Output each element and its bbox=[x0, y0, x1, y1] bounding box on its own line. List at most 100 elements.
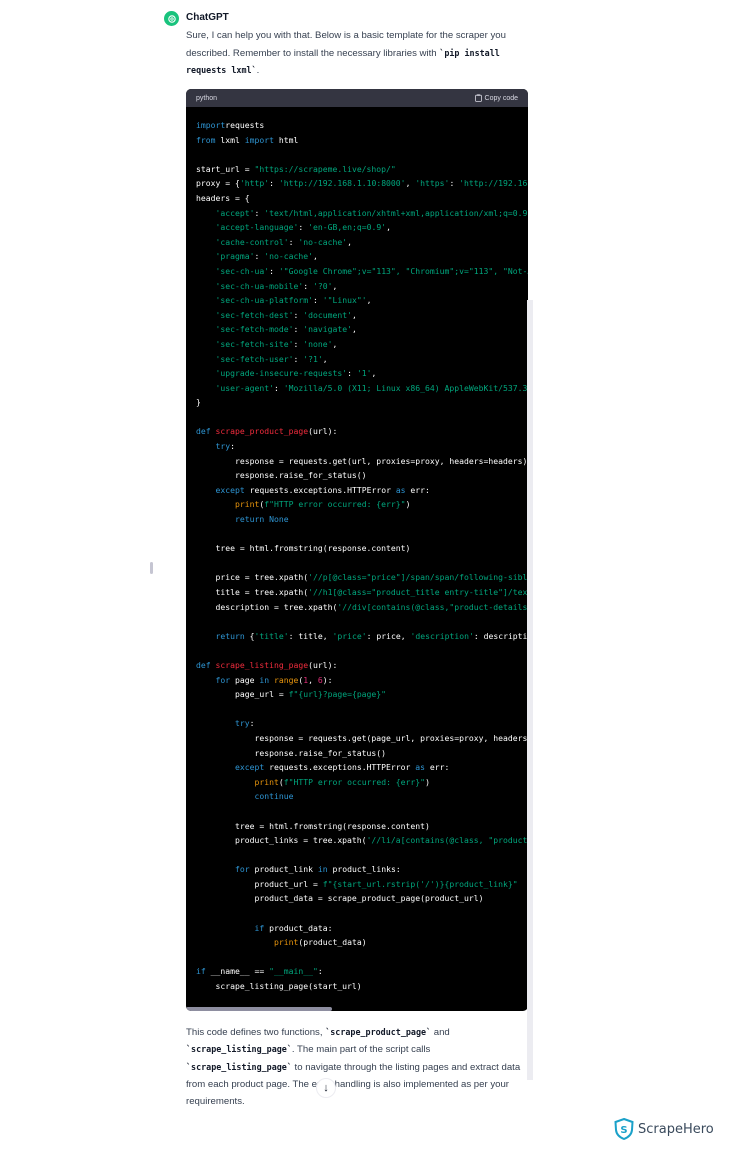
code-token: '//li/a[contains(@class, "product")]/@hr… bbox=[366, 835, 528, 846]
svg-text:S: S bbox=[620, 1125, 627, 1136]
page-scrollbar[interactable] bbox=[527, 300, 533, 1080]
code-token: __name__ == bbox=[205, 966, 270, 977]
code-token: : bbox=[347, 368, 357, 379]
code-line: 'sec-fetch-dest': 'document', bbox=[196, 308, 518, 323]
sidebar-resize-handle[interactable] bbox=[150, 562, 153, 574]
code-line: response.raise_for_status() bbox=[196, 468, 518, 483]
code-token: { bbox=[244, 630, 255, 641]
code-token: import bbox=[244, 134, 274, 145]
code-token: 'Mozilla/5.0 (X11; Linux x86_64) AppleWe… bbox=[283, 382, 528, 393]
code-line: product_data = scrape_product_page(produ… bbox=[196, 891, 518, 906]
code-token: : bbox=[293, 353, 304, 364]
code-token: f"HTTP error occurred: {err}" bbox=[283, 776, 426, 787]
code-token: 'pragma' bbox=[215, 251, 255, 262]
code-token: , bbox=[332, 338, 338, 349]
code-line: importrequests bbox=[196, 118, 518, 133]
code-token: '?1' bbox=[303, 353, 323, 364]
code-token: start_url = bbox=[196, 163, 255, 174]
code-token: description = tree.xpath( bbox=[196, 601, 338, 612]
outro-text: and bbox=[431, 1027, 450, 1038]
code-token: proxy = { bbox=[196, 178, 240, 189]
code-token: : bbox=[293, 324, 304, 335]
code-token: 'sec-fetch-site' bbox=[215, 338, 294, 349]
code-token: f"HTTP error occurred: {err}" bbox=[264, 499, 406, 510]
code-token: def bbox=[196, 659, 211, 670]
clipboard-icon bbox=[474, 94, 482, 102]
code-line: return None bbox=[196, 512, 518, 527]
code-line: 'sec-fetch-site': 'none', bbox=[196, 337, 518, 352]
code-token: 'description' bbox=[410, 630, 474, 641]
code-token: 'user-agent' bbox=[215, 382, 274, 393]
outro-text: . The main part of the script calls bbox=[291, 1044, 431, 1056]
code-token: : bbox=[293, 309, 304, 320]
code-token: , bbox=[386, 222, 391, 233]
scroll-to-bottom-button[interactable]: ↓ bbox=[316, 1078, 336, 1098]
code-token: 'upgrade-insecure-requests' bbox=[215, 368, 348, 379]
code-token: ) bbox=[425, 776, 430, 787]
code-header: python Copy code bbox=[186, 89, 528, 107]
code-token: : bbox=[298, 222, 309, 233]
code-token: as bbox=[415, 762, 426, 773]
code-token: '?0' bbox=[312, 280, 333, 291]
code-line: except requests.exceptions.HTTPError as … bbox=[196, 760, 518, 775]
code-token: : bbox=[449, 178, 460, 189]
code-token: : bbox=[249, 718, 255, 729]
code-content[interactable]: importrequests from lxml import html star… bbox=[186, 107, 528, 994]
code-token: as bbox=[395, 484, 406, 495]
code-line: 'pragma': 'no-cache', bbox=[196, 249, 518, 264]
code-token: 'accept-language' bbox=[215, 222, 299, 233]
brand-name: ScrapeHero bbox=[638, 1121, 714, 1137]
code-token: : bbox=[303, 280, 313, 291]
code-token: , bbox=[312, 251, 318, 262]
code-token: if bbox=[196, 966, 206, 977]
code-token: : description} bbox=[473, 630, 528, 641]
code-token: tree = html.fromstring(response.content) bbox=[196, 543, 411, 554]
code-token: (url): bbox=[308, 426, 338, 437]
code-token: range bbox=[274, 674, 299, 685]
code-line: tree = html.fromstring(response.content) bbox=[196, 819, 518, 834]
code-token: 'sec-fetch-user' bbox=[215, 353, 294, 364]
code-line: 'sec-ch-ua-mobile': '?0', bbox=[196, 279, 518, 294]
code-line: return {'title': title, 'price': price, … bbox=[196, 629, 529, 644]
code-token: 'title' bbox=[254, 630, 289, 641]
copy-code-button[interactable]: Copy code bbox=[474, 94, 518, 102]
code-token: lxml bbox=[215, 134, 245, 145]
code-token: : bbox=[254, 251, 265, 262]
message-author: ChatGPT bbox=[186, 12, 229, 23]
code-token: : bbox=[317, 966, 323, 977]
code-line: proxy = {'http': 'http://192.168.1.10:80… bbox=[196, 176, 528, 191]
code-line: start_url = "https://scrapeme.live/shop/… bbox=[196, 162, 518, 177]
code-token: , bbox=[351, 309, 357, 320]
code-token: title = tree.xpath( bbox=[196, 587, 309, 597]
code-token: product_links = tree.xpath( bbox=[196, 835, 367, 846]
code-token: product_url = bbox=[196, 878, 323, 889]
code-token: , bbox=[366, 295, 372, 306]
code-token: 'sec-fetch-dest' bbox=[215, 309, 294, 320]
intro-text: . bbox=[256, 65, 260, 76]
code-token: print bbox=[273, 937, 299, 948]
code-horizontal-scrollbar[interactable] bbox=[186, 1007, 332, 1011]
code-line: for page in range(1, 6): bbox=[196, 673, 518, 688]
code-token: : bbox=[312, 295, 323, 306]
code-line: print(product_data) bbox=[196, 935, 518, 950]
code-token: continue bbox=[254, 791, 294, 802]
code-line: 'user-agent': 'Mozilla/5.0 (X11; Linux x… bbox=[196, 381, 529, 396]
code-token: : bbox=[254, 207, 265, 218]
code-line: if product_data: bbox=[196, 921, 518, 936]
